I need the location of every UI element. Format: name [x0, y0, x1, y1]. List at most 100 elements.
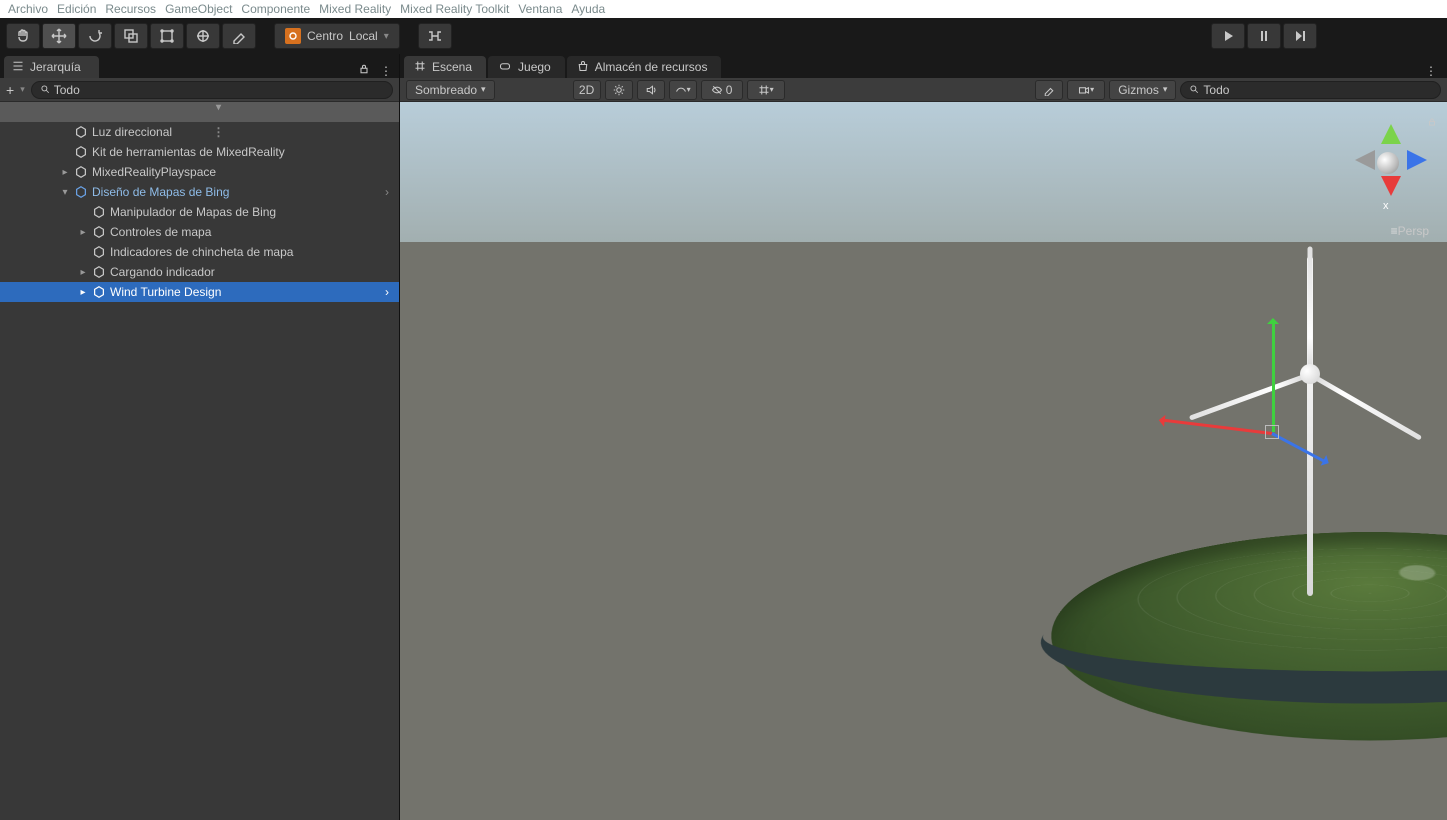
chevron-down-icon: ▾: [687, 85, 691, 94]
2d-toggle-button[interactable]: 2D: [573, 80, 601, 100]
expand-arrow-icon[interactable]: ▸: [78, 287, 88, 298]
hand-tool-button[interactable]: [6, 23, 40, 49]
play-button[interactable]: [1211, 23, 1245, 49]
menu-componente[interactable]: Componente: [237, 2, 314, 16]
chevron-down-icon: ▾: [770, 85, 774, 94]
rect-tool-button[interactable]: [150, 23, 184, 49]
move-gizmo[interactable]: [1232, 312, 1412, 472]
hidden-objects-button[interactable]: 0: [701, 80, 743, 100]
orient-neg-cone[interactable]: [1355, 150, 1375, 170]
hierarchy-row[interactable]: ▾Diseño de Mapas de Bing›: [0, 182, 399, 202]
gameobject-icon: [74, 165, 88, 179]
menu-ventana[interactable]: Ventana: [514, 2, 566, 16]
chevron-down-icon: ▾: [1163, 84, 1168, 95]
menu-bar: Archivo Edición Recursos GameObject Comp…: [0, 0, 1447, 18]
chevron-down-icon: ▾: [384, 31, 389, 42]
expand-arrow-icon[interactable]: ▸: [78, 267, 88, 278]
transform-tool-button[interactable]: [186, 23, 220, 49]
hierarchy-row[interactable]: ▸Cargando indicador: [0, 262, 399, 282]
hierarchy-row[interactable]: Luz direccional: [0, 122, 399, 142]
pivot-label: Centro: [307, 29, 343, 43]
hierarchy-tree[interactable]: ▾ MainScene* ⋮ Luz direccional Kit de he…: [0, 102, 399, 820]
hierarchy-row[interactable]: Kit de herramientas de MixedReality: [0, 142, 399, 162]
projection-toggle[interactable]: ≡Persp: [1391, 224, 1429, 238]
gameobject-icon: [92, 225, 106, 239]
menu-recursos[interactable]: Recursos: [101, 2, 160, 16]
chevron-right-icon[interactable]: ›: [381, 285, 393, 299]
rotate-tool-button[interactable]: [78, 23, 112, 49]
pause-button[interactable]: [1247, 23, 1281, 49]
gameobject-icon: [92, 205, 106, 219]
orient-y-cone[interactable]: [1381, 124, 1401, 144]
scene-search-input[interactable]: Todo: [1180, 81, 1441, 99]
main-toolbar: Centro Local ▾: [0, 18, 1447, 54]
chevron-down-icon: ▾: [20, 84, 25, 95]
hierarchy-tab-label: Jerarquía: [30, 60, 81, 74]
search-icon: [40, 83, 50, 97]
chevron-down-icon: ▾: [481, 84, 486, 95]
menu-mixed-reality-toolkit[interactable]: Mixed Reality Toolkit: [396, 2, 513, 16]
expand-arrow-icon[interactable]: ▾: [214, 102, 224, 113]
orient-x-cone[interactable]: [1381, 176, 1401, 196]
hierarchy-row-selected[interactable]: ▸Wind Turbine Design›: [0, 282, 399, 302]
move-tool-button[interactable]: [42, 23, 76, 49]
prefab-icon: [92, 285, 106, 299]
panel-menu-icon[interactable]: ⋮: [380, 64, 391, 78]
search-icon: [1189, 83, 1199, 97]
expand-arrow-icon[interactable]: ▾: [60, 187, 70, 198]
hierarchy-search-input[interactable]: Todo: [31, 81, 393, 99]
step-button[interactable]: [1283, 23, 1317, 49]
fx-toggle-button[interactable]: ▾: [669, 80, 697, 100]
panel-menu-icon[interactable]: ⋮: [1425, 64, 1437, 78]
lock-icon[interactable]: [1427, 116, 1437, 130]
gamepad-icon: [498, 60, 512, 75]
hierarchy-row[interactable]: ▸MixedRealityPlayspace: [0, 162, 399, 182]
menu-archivo[interactable]: Archivo: [4, 2, 52, 16]
scene-viewport[interactable]: x ≡Persp: [400, 102, 1447, 820]
scene-camera-button[interactable]: ▾: [1067, 80, 1105, 100]
pivot-icon: [285, 28, 301, 44]
gizmo-center[interactable]: [1265, 425, 1279, 439]
panel-lock-icon[interactable]: [358, 63, 370, 78]
snap-toggle-button[interactable]: [418, 23, 452, 49]
shading-mode-dropdown[interactable]: Sombreado▾: [406, 80, 495, 100]
hierarchy-panel: Jerarquía ⋮ + ▾ Todo ▾ MainSc: [0, 54, 400, 820]
gizmo-z-axis[interactable]: [1271, 432, 1325, 463]
gizmos-dropdown[interactable]: Gizmos▾: [1109, 80, 1176, 100]
orientation-gizmo[interactable]: x ≡Persp: [1343, 116, 1433, 226]
tab-escena[interactable]: Escena: [404, 56, 486, 78]
gameobject-icon: [74, 125, 88, 139]
custom-tool-button[interactable]: [222, 23, 256, 49]
menu-gameobject[interactable]: GameObject: [161, 2, 236, 16]
scene-root-row[interactable]: ▾ MainScene* ⋮: [0, 102, 399, 122]
grid-snap-button[interactable]: ▾: [747, 80, 785, 100]
space-label: Local: [349, 29, 378, 43]
prefab-icon: [74, 185, 88, 199]
pivot-mode-toggle[interactable]: Centro Local ▾: [274, 23, 400, 49]
scene-tools-button[interactable]: [1035, 80, 1063, 100]
tab-juego[interactable]: Juego: [488, 56, 565, 78]
search-value: Todo: [54, 83, 80, 97]
menu-ayuda[interactable]: Ayuda: [567, 2, 609, 16]
gizmo-y-axis[interactable]: [1272, 322, 1275, 432]
menu-edicion[interactable]: Edición: [53, 2, 100, 16]
create-button[interactable]: +: [6, 82, 14, 98]
hierarchy-row[interactable]: ▸Controles de mapa: [0, 222, 399, 242]
chevron-down-icon: ▾: [1090, 85, 1094, 94]
expand-arrow-icon[interactable]: ▸: [78, 227, 88, 238]
hierarchy-row[interactable]: Indicadores de chincheta de mapa: [0, 242, 399, 262]
orient-z-cone[interactable]: [1407, 150, 1427, 170]
hierarchy-row[interactable]: Manipulador de Mapas de Bing: [0, 202, 399, 222]
orient-center[interactable]: [1377, 152, 1399, 174]
scene-panel: Escena Juego Almacén de recursos ⋮ Sombr…: [400, 54, 1447, 820]
bag-icon: [577, 60, 589, 75]
lighting-toggle-button[interactable]: [605, 80, 633, 100]
scale-tool-button[interactable]: [114, 23, 148, 49]
grid-icon: [414, 60, 426, 75]
tab-asset-store[interactable]: Almacén de recursos: [567, 56, 722, 78]
chevron-right-icon[interactable]: ›: [381, 185, 393, 199]
audio-toggle-button[interactable]: [637, 80, 665, 100]
menu-mixed-reality[interactable]: Mixed Reality: [315, 2, 395, 16]
hierarchy-tab[interactable]: Jerarquía: [4, 56, 99, 78]
expand-arrow-icon[interactable]: ▸: [60, 167, 70, 178]
